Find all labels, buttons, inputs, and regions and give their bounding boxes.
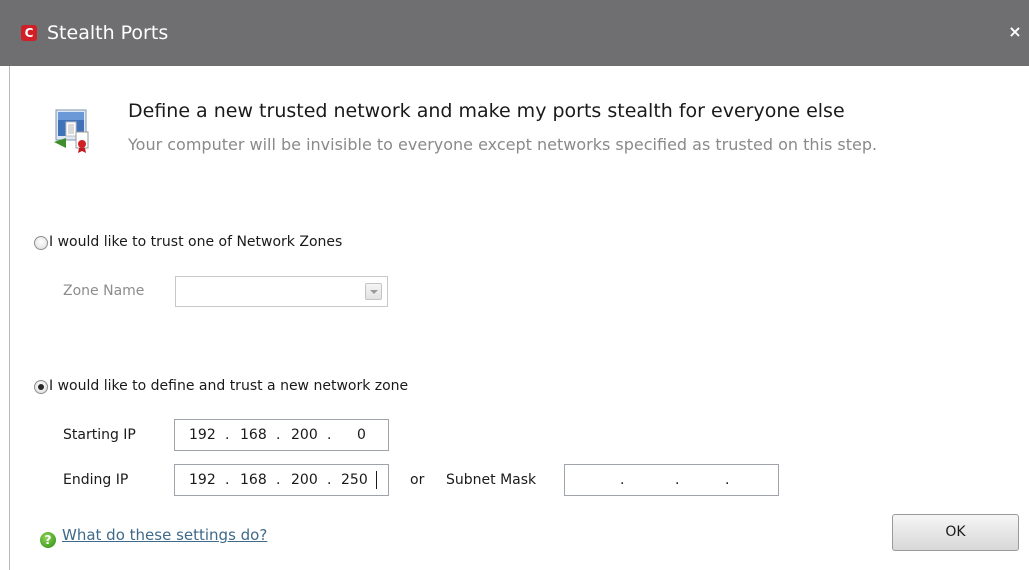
ip-separator: . (675, 472, 680, 488)
subnet-mask-label: Subnet Mask (446, 472, 537, 488)
title-bar: C Stealth Ports × (0, 0, 1029, 66)
zone-name-dropdown[interactable] (175, 276, 388, 307)
new-zone-radio[interactable] (34, 380, 48, 394)
ip-separator: . (276, 427, 281, 443)
app-logo-icon: C (21, 25, 37, 41)
ip-separator: . (620, 472, 625, 488)
new-zone-label[interactable]: I would like to define and trust a new n… (49, 378, 408, 394)
starting-ip-octet-4: 0 (357, 427, 366, 443)
ip-separator: . (276, 472, 281, 488)
ip-separator: . (725, 472, 730, 488)
zone-name-label: Zone Name (63, 283, 145, 299)
ip-separator: . (327, 427, 332, 443)
trust-zone-radio[interactable] (34, 236, 48, 250)
or-label: or (410, 472, 425, 488)
starting-ip-octet-2: 168 (240, 427, 267, 443)
text-caret (376, 471, 377, 489)
help-link[interactable]: What do these settings do? (62, 526, 267, 544)
page-title: Define a new trusted network and make my… (128, 100, 845, 122)
ending-ip-field[interactable]: 192 . 168 . 200 . 250 (174, 464, 389, 496)
trust-zone-label[interactable]: I would like to trust one of Network Zon… (49, 234, 342, 250)
ending-ip-octet-3: 200 (291, 472, 318, 488)
starting-ip-octet-1: 192 (189, 427, 216, 443)
ip-separator: . (327, 472, 332, 488)
ip-separator: . (225, 427, 230, 443)
ok-button[interactable]: OK (892, 514, 1019, 551)
window-border (9, 66, 10, 570)
ip-separator: . (225, 472, 230, 488)
ending-ip-octet-2: 168 (240, 472, 267, 488)
close-icon[interactable]: × (1007, 24, 1023, 40)
window-title: Stealth Ports (47, 22, 169, 44)
network-shield-icon (54, 109, 89, 153)
page-subtitle: Your computer will be invisible to every… (128, 135, 878, 154)
starting-ip-field[interactable]: 192 . 168 . 200 . 0 (174, 419, 389, 451)
subnet-mask-field[interactable]: . . . (564, 464, 779, 496)
help-icon[interactable]: ? (40, 532, 56, 548)
ending-ip-octet-1: 192 (189, 472, 216, 488)
ending-ip-label: Ending IP (63, 472, 129, 488)
starting-ip-octet-3: 200 (291, 427, 318, 443)
ending-ip-octet-4: 250 (341, 472, 368, 488)
chevron-down-icon[interactable] (365, 283, 382, 300)
starting-ip-label: Starting IP (63, 427, 136, 443)
